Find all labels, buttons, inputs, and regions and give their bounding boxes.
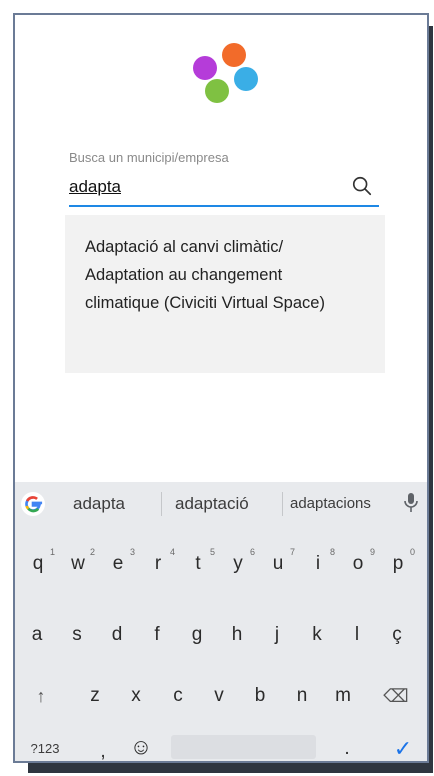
key-y[interactable]: y6	[220, 544, 256, 584]
key-letter: o	[352, 553, 364, 574]
key-z[interactable]: z	[77, 676, 113, 716]
key-ç[interactable]: ç	[379, 615, 415, 655]
key-number-hint: 3	[129, 547, 135, 557]
key-p[interactable]: p0	[380, 544, 416, 584]
keyboard: adapta adaptació adaptacions ?123 , ☺ . …	[15, 482, 427, 761]
key-e[interactable]: e3	[100, 544, 136, 584]
comma-key[interactable]: ,	[93, 732, 113, 761]
suggestion-divider	[161, 492, 162, 516]
key-letter: e	[112, 553, 124, 574]
frame-shadow	[28, 763, 433, 773]
key-n[interactable]: n	[284, 676, 320, 716]
key-number-hint: 4	[169, 547, 175, 557]
logo-dot-blue	[234, 67, 258, 91]
shift-icon[interactable]: ↑	[23, 676, 59, 716]
key-letter: t	[195, 553, 201, 574]
key-v[interactable]: v	[201, 676, 237, 716]
key-r[interactable]: r4	[140, 544, 176, 584]
key-i[interactable]: i8	[300, 544, 336, 584]
key-number-hint: 5	[209, 547, 215, 557]
key-s[interactable]: s	[59, 615, 95, 655]
search-input[interactable]: adapta	[69, 173, 379, 207]
key-t[interactable]: t5	[180, 544, 216, 584]
keyboard-suggestion[interactable]: adaptacions	[290, 495, 371, 512]
logo-dot-green	[205, 79, 229, 103]
google-icon[interactable]	[21, 492, 45, 516]
key-g[interactable]: g	[179, 615, 215, 655]
search-icon[interactable]	[351, 175, 373, 197]
key-number-hint: 0	[409, 547, 415, 557]
logo-dot-purple	[193, 56, 217, 80]
logo-dot-orange	[222, 43, 246, 67]
key-letter: p	[392, 553, 404, 574]
key-u[interactable]: u7	[260, 544, 296, 584]
key-d[interactable]: d	[99, 615, 135, 655]
period-key[interactable]: .	[333, 729, 361, 761]
key-b[interactable]: b	[242, 676, 278, 716]
key-l[interactable]: l	[339, 615, 375, 655]
keyboard-suggestion-bar: adapta adaptació adaptacions	[15, 482, 427, 526]
key-a[interactable]: a	[19, 615, 55, 655]
search-label: Busca un municipi/empresa	[69, 150, 229, 165]
key-m[interactable]: m	[325, 676, 361, 716]
key-h[interactable]: h	[219, 615, 255, 655]
app-content: Busca un municipi/empresa adapta Adaptac…	[15, 15, 427, 482]
app-logo	[187, 39, 267, 109]
key-letter: q	[32, 553, 44, 574]
frame-shadow	[429, 26, 433, 773]
search-value[interactable]: adapta	[69, 177, 121, 197]
key-letter: i	[315, 553, 321, 574]
backspace-icon[interactable]: ⌫	[378, 676, 414, 716]
key-o[interactable]: o9	[340, 544, 376, 584]
symbols-key[interactable]: ?123	[21, 729, 69, 761]
key-number-hint: 1	[49, 547, 55, 557]
search-suggestion[interactable]: Adaptació al canvi climàtic/ Adaptation …	[65, 215, 385, 373]
emoji-icon[interactable]: ☺	[123, 727, 159, 761]
key-letter: y	[233, 553, 243, 574]
key-number-hint: 7	[289, 547, 295, 557]
enter-check-icon[interactable]: ✓	[385, 729, 421, 761]
key-c[interactable]: c	[160, 676, 196, 716]
space-bar[interactable]	[171, 735, 316, 759]
key-letter: r	[154, 553, 162, 574]
microphone-icon[interactable]	[403, 492, 419, 514]
key-number-hint: 2	[89, 547, 95, 557]
key-number-hint: 8	[329, 547, 335, 557]
keyboard-suggestion[interactable]: adaptació	[175, 494, 249, 514]
key-number-hint: 9	[369, 547, 375, 557]
key-f[interactable]: f	[139, 615, 175, 655]
key-number-hint: 6	[249, 547, 255, 557]
key-w[interactable]: w2	[60, 544, 96, 584]
key-j[interactable]: j	[259, 615, 295, 655]
key-x[interactable]: x	[118, 676, 154, 716]
suggestion-divider	[282, 492, 283, 516]
key-k[interactable]: k	[299, 615, 335, 655]
keyboard-suggestion[interactable]: adapta	[73, 494, 125, 514]
key-q[interactable]: q1	[20, 544, 56, 584]
suggestion-text[interactable]: Adaptació al canvi climàtic/ Adaptation …	[85, 233, 355, 317]
key-letter: w	[71, 553, 85, 574]
key-letter: u	[272, 553, 284, 574]
phone-screen: Busca un municipi/empresa adapta Adaptac…	[13, 13, 429, 763]
